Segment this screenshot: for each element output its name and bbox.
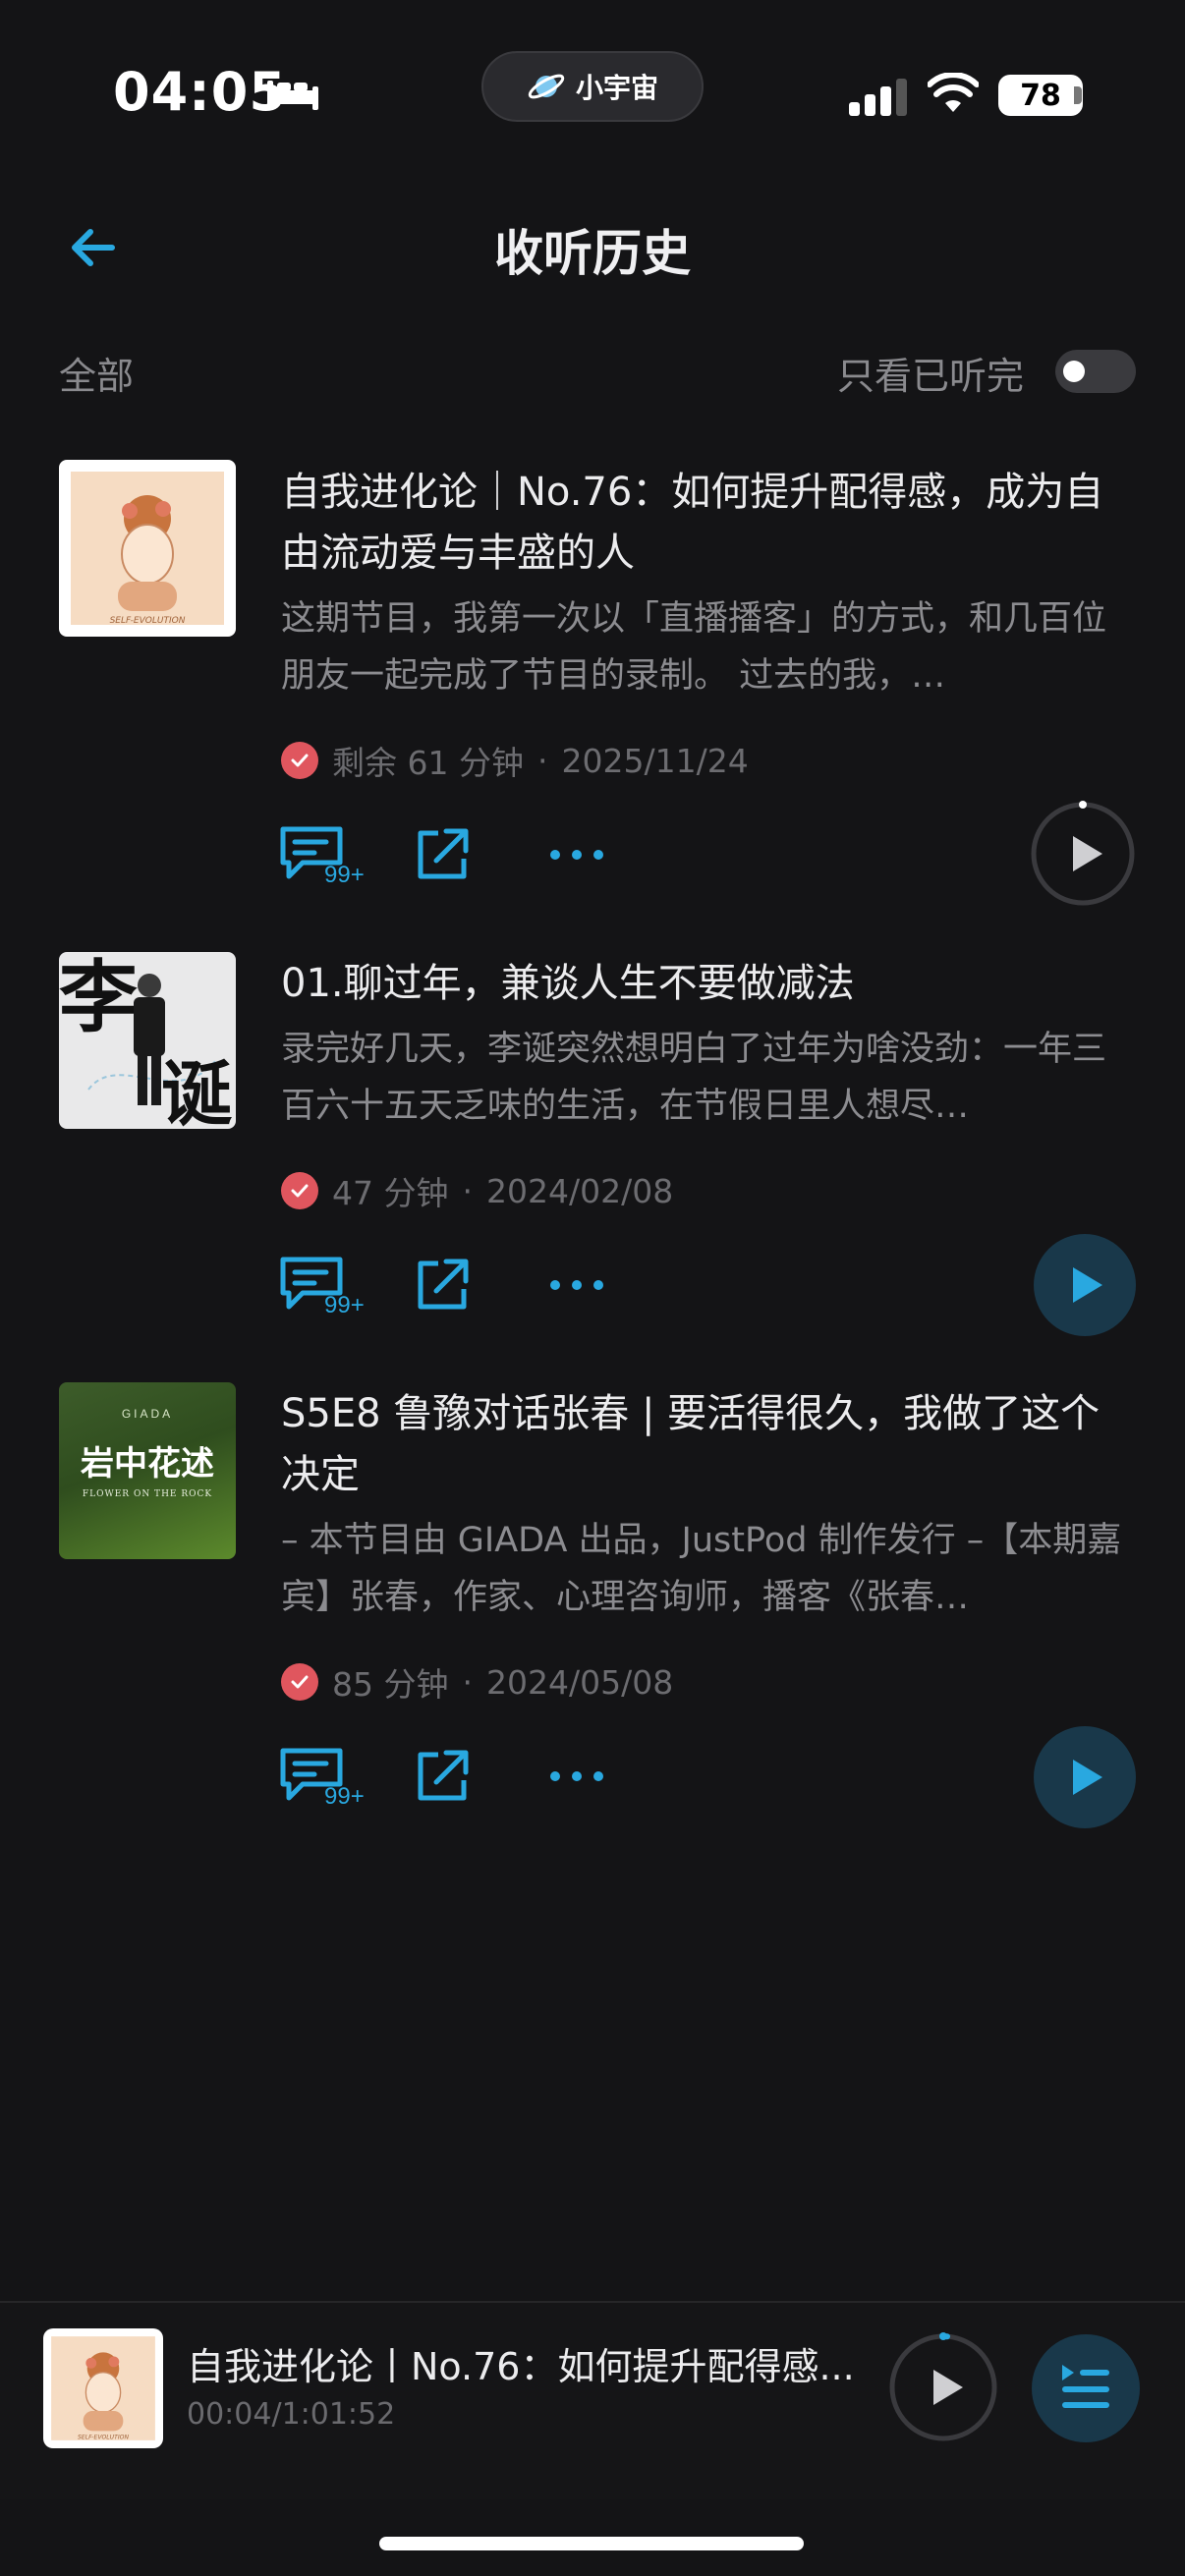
played-check-icon [281,742,318,779]
episode-cover[interactable]: GIADA 岩中花述 FLOWER ON THE ROCK [59,1382,236,1559]
finished-only-label: 只看已听完 [837,355,1025,398]
comment-count: 99+ [324,1783,365,1806]
comment-count: 99+ [324,1292,365,1315]
meta-separator: · [536,741,548,780]
playlist-button[interactable] [1032,2334,1140,2442]
episode-title[interactable]: S5E8 鲁豫对话张春 | 要活得很久，我做了这个决定 [281,1383,1126,1505]
wifi-icon [928,73,979,112]
play-button[interactable] [1030,801,1136,907]
share-icon[interactable] [413,1747,472,1806]
play-button[interactable] [1034,1234,1136,1336]
cover-subtitle: FLOWER ON THE ROCK [83,1489,212,1499]
episode-date: 2024/02/08 [485,1171,674,1210]
more-icon[interactable] [546,1747,607,1806]
cover-char-2: 诞 [161,1052,233,1129]
planet-icon [528,74,565,99]
filter-all-tab[interactable]: 全部 [59,346,134,400]
episode-date: 2025/11/24 [561,741,749,780]
page-title: 收听历史 [494,225,691,282]
toggle-knob [1063,361,1085,382]
episode-duration: 剩余 61 分钟 [332,744,524,782]
meta-separator: · [462,1662,473,1702]
cover-brand: GIADA [122,1407,173,1421]
episode-cover[interactable]: SELF-EVOLUTION [59,460,236,637]
episode-description[interactable]: 这期节目，我第一次以「直播播客」的方式，和几百位朋友一起完成了节目的录制。 过去… [281,590,1126,704]
cellular-signal-icon [849,79,907,116]
cover-caption: SELF-EVOLUTION [110,616,186,626]
cover-illustration: GIADA 岩中花述 FLOWER ON THE ROCK [80,1407,214,1499]
episode-date: 2024/05/08 [485,1662,674,1702]
episode-title[interactable]: 自我进化论｜No.76：如何提升配得感，成为自由流动爱与丰盛的人 [281,462,1126,584]
play-button[interactable] [1034,1726,1136,1828]
comment-icon[interactable]: 99+ [279,1747,373,1806]
mini-player-play-button[interactable] [888,2332,998,2442]
battery-tip [1074,86,1082,104]
more-icon[interactable] [546,825,607,884]
play-icon [1073,1760,1102,1795]
cover-caption: SELF-EVOLUTION [78,2435,129,2441]
mini-player-cover[interactable]: SELF-EVOLUTION [43,2328,163,2448]
mini-player-title[interactable]: 自我进化论丨No.76：如何提升配得感... [187,2336,855,2390]
cover-illustration: SELF-EVOLUTION [51,2336,155,2441]
share-icon[interactable] [413,1256,472,1315]
play-icon [1073,1267,1102,1303]
cover-illustration: SELF-EVOLUTION [71,472,224,626]
episode-title[interactable]: 01.聊过年，兼谈人生不要做减法 [281,953,1126,1014]
finished-only-toggle[interactable] [1055,350,1136,393]
cover-illustration: 李 诞 [59,952,233,1129]
mini-player[interactable] [0,2301,1185,2499]
comment-icon[interactable]: 99+ [279,825,373,884]
share-icon[interactable] [413,825,472,884]
episode-cover[interactable]: 李 诞 [59,952,236,1129]
cover-title: 岩中花述 [80,1444,214,1484]
episode-duration: 85 分钟 [332,1665,449,1704]
playlist-icon [1062,2365,1109,2408]
more-icon[interactable] [546,1256,607,1315]
episode-meta: 47 分钟 · 2024/02/08 [281,1167,673,1214]
battery-indicator: 78 [998,75,1083,116]
comment-icon[interactable]: 99+ [279,1256,373,1315]
cover-char-1: 李 [59,952,138,1043]
dynamic-island-app[interactable]: 小宇宙 [481,51,704,122]
status-time: 04:05 [113,61,287,123]
sleep-focus-icon [267,81,318,110]
mini-player-time: 00:04/1:01:52 [187,2397,396,2432]
meta-separator: · [462,1171,473,1210]
episode-meta: 85 分钟 · 2024/05/08 [281,1658,673,1706]
home-indicator[interactable] [379,2537,804,2550]
played-check-icon [281,1172,318,1209]
episode-description[interactable]: 录完好几天，李诞突然想明白了过年为啥没劲：一年三百六十五天乏味的生活，在节假日里… [281,1021,1126,1135]
comment-count: 99+ [324,862,365,884]
episode-description[interactable]: – 本节目由 GIADA 出品，JustPod 制作发行 –【本期嘉宾】张春，作… [281,1512,1126,1626]
played-check-icon [281,1663,318,1701]
episode-duration: 47 分钟 [332,1174,449,1212]
episode-meta: 剩余 61 分钟 · 2025/11/24 [281,737,749,784]
dynamic-island-label: 小宇宙 [575,72,658,104]
